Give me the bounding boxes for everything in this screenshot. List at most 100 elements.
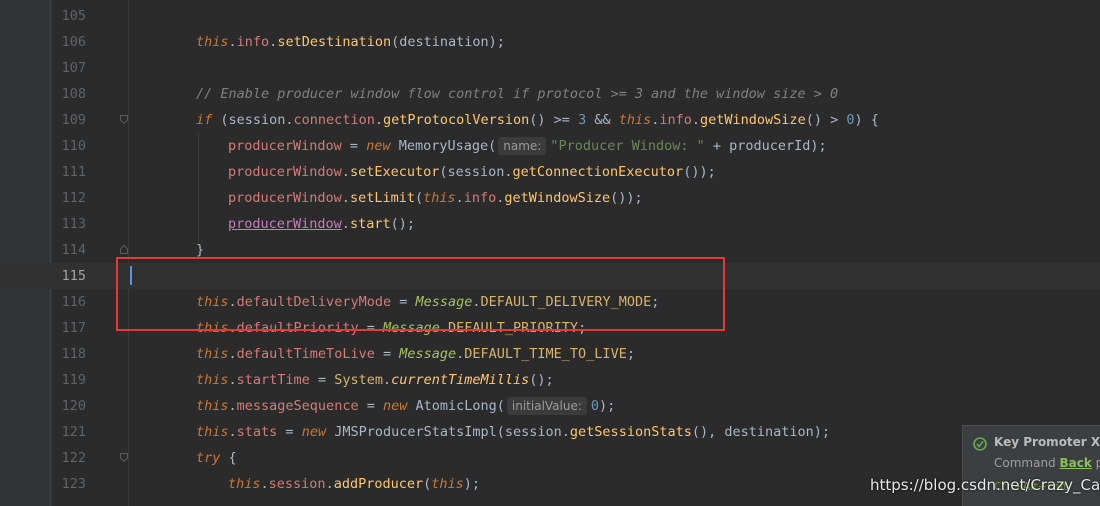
field: info: [659, 112, 692, 128]
punct: =: [358, 398, 383, 414]
field: info: [463, 190, 497, 206]
code-line: 105: [0, 3, 1100, 29]
comment: // Enable producer window flow control i…: [196, 86, 839, 102]
field: session: [268, 476, 326, 492]
code-line: 106 this.info.setDestination(destination…: [0, 29, 1100, 55]
keyword: if: [196, 112, 213, 128]
number: 0: [590, 398, 600, 414]
class-name: System: [334, 372, 383, 388]
field: stats: [236, 424, 278, 440]
code-text: if (session.connection.getProtocolVersio…: [196, 107, 879, 133]
punct: AtomicLong(: [407, 398, 505, 414]
punct: =: [341, 138, 367, 154]
code-text: producerWindow.start();: [228, 211, 415, 237]
method: setDestination: [277, 34, 392, 50]
keyword: new: [382, 398, 408, 414]
punct: .: [374, 112, 383, 128]
line-number: 108: [61, 86, 86, 102]
command-suffix: pr: [1095, 456, 1100, 470]
punct: (destination);: [391, 34, 505, 50]
method: start: [349, 216, 391, 232]
code-line: 118 this.defaultTimeToLive = Message.DEF…: [0, 341, 1100, 367]
punct: (session.: [439, 164, 513, 180]
code-text: this.session.addProducer(this);: [228, 471, 480, 497]
punct: () >=: [529, 112, 579, 128]
line-number: 105: [61, 8, 86, 24]
punct: ) {: [854, 112, 879, 128]
field: defaultTimeToLive: [236, 346, 375, 362]
fold-icon[interactable]: [120, 115, 128, 124]
keyword: new: [301, 424, 327, 440]
field: messageSequence: [236, 398, 359, 414]
keyword: this: [196, 398, 229, 414]
code-text: this.info.setDestination(destination);: [196, 29, 505, 55]
keyword: try: [196, 450, 221, 466]
punct: () >: [805, 112, 847, 128]
keyword: new: [366, 138, 391, 154]
method: currentTimeMillis: [391, 372, 530, 388]
line-number: 114: [61, 242, 86, 258]
code-line: 113 producerWindow.start();: [0, 211, 1100, 237]
code-text: producerWindow.setLimit(this.info.getWin…: [228, 185, 643, 211]
constant: DEFAULT_TIME_TO_LIVE: [464, 346, 627, 362]
punct: =: [309, 372, 335, 388]
punct: ());: [683, 164, 716, 180]
line-number: 117: [61, 320, 86, 336]
method: setExecutor: [349, 164, 440, 180]
line-number: 109: [61, 112, 86, 128]
punct: (: [414, 190, 424, 206]
code-line: 111 producerWindow.setExecutor(session.g…: [0, 159, 1100, 185]
parameter-hint: initialValue:: [506, 397, 587, 415]
line-number: 118: [61, 346, 86, 362]
punct: .: [691, 112, 701, 128]
keyword: this: [228, 476, 261, 492]
punct: .: [382, 372, 392, 388]
punct: ();: [529, 372, 554, 388]
punct: .: [260, 476, 269, 492]
code-text: this.stats = new JMSProducerStatsImpl(se…: [196, 419, 830, 445]
keyword: this: [423, 190, 456, 206]
punct: ;: [626, 346, 635, 362]
code-text: this.startTime = System.currentTimeMilli…: [196, 367, 554, 393]
keyword: this: [196, 372, 229, 388]
method: getWindowSize: [700, 112, 806, 128]
code-line: 109 if (session.connection.getProtocolVe…: [0, 107, 1100, 133]
line-number: 107: [61, 60, 86, 76]
line-number: 113: [61, 216, 86, 232]
line-number: 119: [61, 372, 86, 388]
keyword: this: [196, 424, 229, 440]
punct: (session.: [212, 112, 294, 128]
line-number: 122: [61, 450, 86, 466]
punct: =: [277, 424, 302, 440]
code-text: producerWindow = new MemoryUsage(name: "P…: [228, 133, 827, 159]
code-text: this.defaultTimeToLive = Message.DEFAULT…: [196, 341, 635, 367]
keyword: this: [196, 34, 229, 50]
method: getConnectionExecutor: [512, 164, 684, 180]
string: "Producer Window: ": [550, 138, 705, 154]
line-number: 116: [61, 294, 86, 310]
code-line: 107: [0, 55, 1100, 81]
code-line: 112 producerWindow.setLimit(this.info.ge…: [0, 185, 1100, 211]
punct: (), destination);: [691, 424, 831, 440]
punct: .: [341, 164, 350, 180]
punct: .: [455, 190, 464, 206]
keyword: this: [196, 346, 229, 362]
code-line: 122 try {: [0, 445, 1100, 471]
punct: ();: [390, 216, 415, 232]
code-editor[interactable]: 105 106 this.info.setDestination(destina…: [0, 0, 1100, 506]
field: producerWindow: [228, 164, 342, 180]
fold-icon[interactable]: [120, 245, 128, 254]
punct: .: [341, 190, 350, 206]
field: info: [236, 34, 270, 50]
line-number: 120: [61, 398, 86, 414]
fold-icon[interactable]: [120, 453, 128, 462]
code-line: 110 producerWindow = new MemoryUsage(nam…: [0, 133, 1100, 159]
field: connection: [293, 112, 375, 128]
code-line: 119 this.startTime = System.currentTimeM…: [0, 367, 1100, 393]
punct: ());: [610, 190, 643, 206]
line-number: 110: [61, 138, 86, 154]
punct: =: [374, 346, 400, 362]
code-line: 120 this.messageSequence = new AtomicLon…: [0, 393, 1100, 419]
punct: {: [220, 450, 237, 466]
command-key-link[interactable]: Back: [1060, 456, 1092, 470]
